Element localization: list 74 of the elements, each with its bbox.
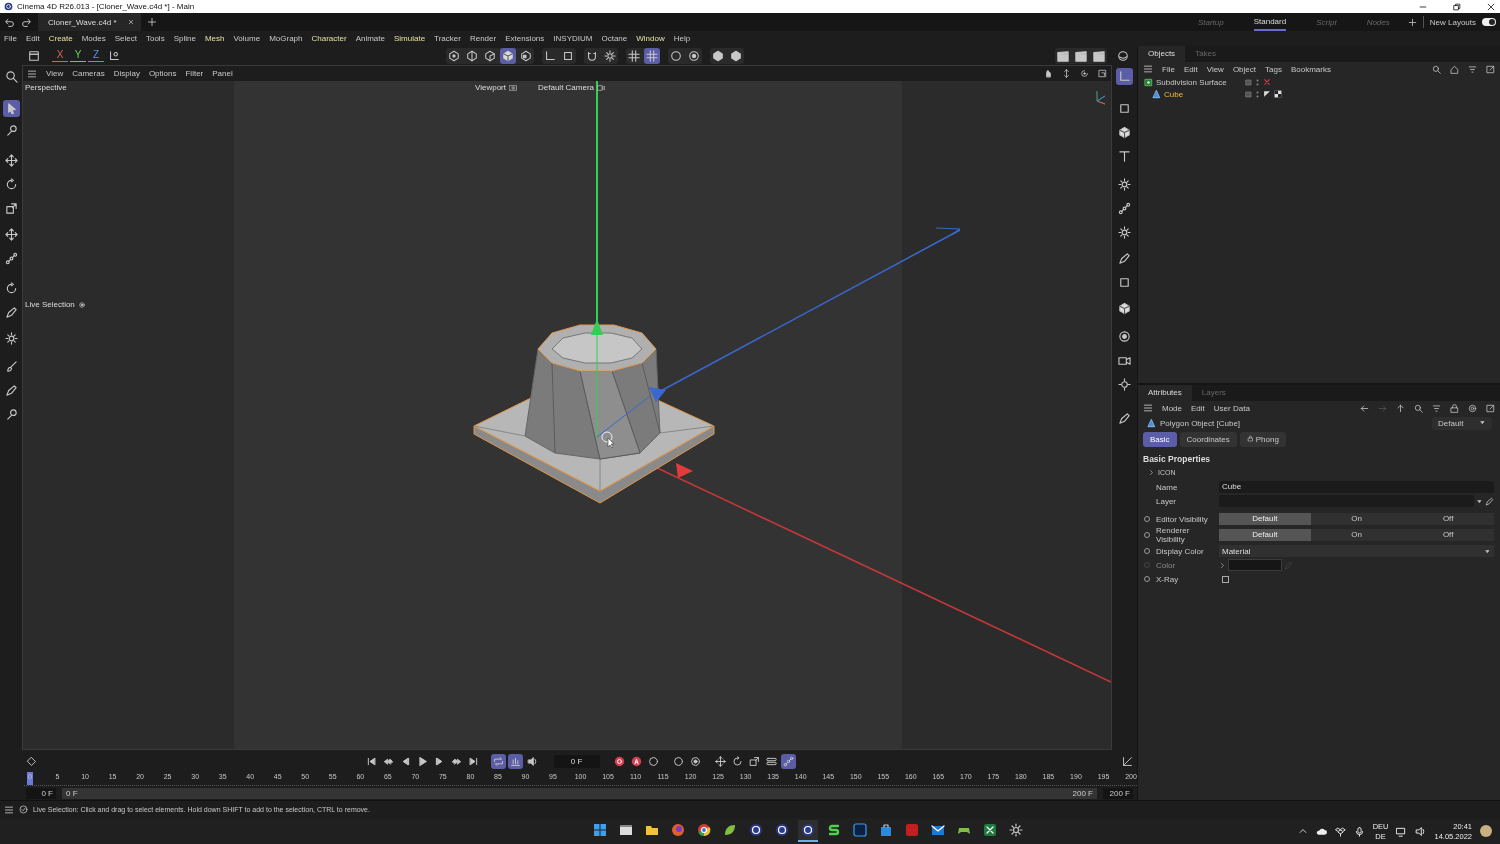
menu-item[interactable]: Extensions [505, 34, 545, 43]
menu-item[interactable]: Edit [1183, 64, 1198, 74]
segment-option[interactable]: Default [1219, 513, 1311, 525]
axis-lock-button[interactable]: Z [88, 49, 104, 62]
panel-tab[interactable]: Objects [1138, 46, 1186, 62]
menu-item[interactable]: Simulate [394, 34, 426, 43]
object-name[interactable]: Subdivision Surface [1156, 77, 1242, 87]
menu-item[interactable]: Octane [601, 34, 628, 43]
segment-option[interactable]: Off [1402, 529, 1494, 541]
field-label: Renderer Visibility [1156, 526, 1191, 544]
menu-item[interactable]: Mesh [204, 34, 225, 43]
menu-item[interactable]: Cameras [72, 69, 105, 78]
menu-item[interactable]: View [46, 69, 64, 78]
section-title: Basic Properties [1142, 453, 1212, 466]
field-label: Display Color [1156, 546, 1205, 556]
attribute-tab[interactable]: Phong [1239, 432, 1286, 447]
document-tab[interactable]: Cloner_Wave.c4d * [38, 13, 141, 31]
camera-label[interactable]: Default Camera [538, 83, 595, 92]
object-title: Polygon Object [Cube] [1160, 418, 1241, 428]
menu-item[interactable]: Mode [1162, 403, 1182, 413]
menu-item[interactable]: Tracker [434, 34, 461, 43]
tab-title: Cloner_Wave.c4d * [48, 17, 117, 27]
tool-name: Live Selection [25, 300, 75, 309]
attribute-tab[interactable]: Coordinates [1179, 432, 1237, 447]
segment-option[interactable]: Off [1402, 513, 1494, 525]
current-frame-field[interactable]: 0 F [553, 754, 600, 768]
menu-item[interactable]: Bookmarks [1290, 64, 1331, 74]
menu-item[interactable]: Create [48, 34, 73, 43]
menu-item[interactable]: User Data [1213, 403, 1250, 413]
axis-lock-button[interactable]: X [52, 49, 68, 62]
field-label: Color [1156, 560, 1177, 570]
menu-item[interactable]: Window [636, 34, 665, 43]
menu-item[interactable]: INSYDIUM [553, 34, 593, 43]
menu-item[interactable]: Modes [81, 34, 106, 43]
menu-item[interactable]: Edit [1191, 403, 1205, 413]
menu-item[interactable]: Panel [212, 69, 233, 78]
menu-item[interactable]: Tools [145, 34, 165, 43]
segment-option[interactable]: Default [1219, 529, 1311, 541]
menu-item[interactable]: Tags [1265, 64, 1282, 74]
attribute-tab[interactable]: Basic [1143, 432, 1177, 447]
object-name[interactable]: Cube [1164, 89, 1242, 99]
menu-item[interactable]: Character [311, 34, 347, 43]
new-layouts-label: New Layouts [1429, 17, 1476, 27]
menu-item[interactable]: Edit [25, 34, 40, 43]
end-frame-field[interactable]: 200 F [1103, 787, 1133, 799]
menu-item[interactable]: Display [113, 69, 140, 78]
menu-item[interactable]: Animate [355, 34, 385, 43]
segment-option[interactable]: On [1310, 529, 1403, 541]
axis-lock-button[interactable]: Y [70, 49, 86, 62]
panel-tab[interactable]: Attributes [1138, 385, 1192, 401]
window-title: Cinema 4D R26.013 - [Cloner_Wave.c4d *] - Main [17, 2, 195, 11]
menu-item[interactable]: Render [469, 34, 497, 43]
menu-item[interactable]: Filter [185, 69, 204, 78]
field-label: Layer [1156, 496, 1177, 506]
field-label: Editor Visibility [1156, 514, 1209, 524]
menu-item[interactable]: File [1162, 64, 1175, 74]
start-frame-field[interactable]: 0 F [26, 787, 56, 799]
segment-option[interactable]: On [1310, 513, 1403, 525]
menu-item[interactable]: Object [1232, 64, 1256, 74]
display-color-dropdown[interactable]: Material [1219, 545, 1494, 557]
viewport-label[interactable]: Viewport [475, 83, 506, 92]
menu-item[interactable]: Options [148, 69, 177, 78]
name-field[interactable]: Cube [1219, 481, 1494, 493]
field-label: Name [1156, 482, 1179, 492]
field-label: X-Ray [1156, 574, 1180, 584]
menu-item[interactable]: File [4, 34, 17, 43]
menu-item[interactable]: Select [114, 34, 137, 43]
menu-item[interactable]: MoGraph [269, 34, 303, 43]
view-name: Perspective [25, 83, 67, 92]
menu-item[interactable]: View [1206, 64, 1224, 74]
menu-item[interactable]: Volume [233, 34, 261, 43]
menu-item[interactable]: Spline [173, 34, 196, 43]
preset-dropdown[interactable]: Default [1432, 416, 1492, 430]
menu-item[interactable]: Help [673, 34, 691, 43]
